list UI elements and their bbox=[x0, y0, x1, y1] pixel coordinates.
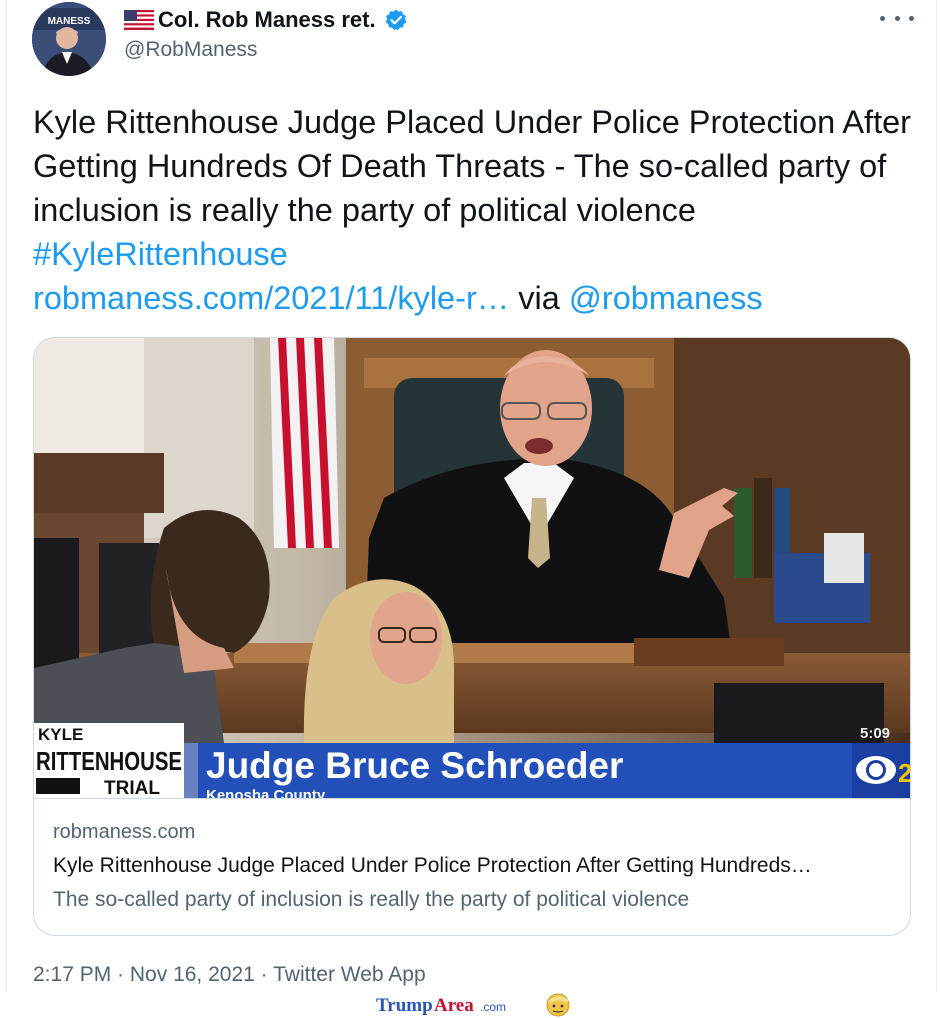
via-text: via bbox=[509, 280, 569, 316]
more-options-icon[interactable] bbox=[880, 8, 914, 28]
tweet-text: Kyle Rittenhouse Judge Placed Under Poli… bbox=[33, 100, 913, 320]
meta-separator: · bbox=[111, 963, 130, 986]
watermark-logo: Trump Area .com bbox=[376, 992, 576, 1018]
tweet-date[interactable]: Nov 16, 2021 bbox=[130, 963, 255, 986]
show-name-line3: TRIAL bbox=[104, 778, 160, 798]
url-link[interactable]: robmaness.com/2021/11/kyle-r… bbox=[33, 280, 509, 316]
us-flag-icon bbox=[124, 10, 154, 30]
card-domain: robmaness.com bbox=[53, 821, 196, 843]
avatar[interactable]: MANESS bbox=[32, 2, 106, 76]
card-divider bbox=[34, 798, 910, 799]
card-title[interactable]: Kyle Rittenhouse Judge Placed Under Poli… bbox=[53, 854, 812, 878]
author-display-name[interactable]: Col. Rob Maness ret. bbox=[124, 6, 408, 34]
broadcast-clock: 5:09 bbox=[860, 725, 890, 742]
watermark-com: .com bbox=[480, 1000, 506, 1014]
tweet-meta: 2:17 PM · Nov 16, 2021 · Twitter Web App bbox=[33, 963, 426, 987]
tweet-time[interactable]: 2:17 PM bbox=[33, 963, 111, 986]
watermark-trump: Trump bbox=[376, 995, 433, 1016]
watermark-area: Area bbox=[434, 995, 474, 1016]
card-image[interactable]: KYLE RITTENHOUSE TRIAL Judge Bruce Schro… bbox=[34, 338, 911, 798]
mention-link[interactable]: @robmaness bbox=[569, 280, 763, 316]
card-description: The so-called party of inclusion is real… bbox=[53, 888, 690, 911]
tweet: MANESS Col. Rob Maness ret. @RobManess K… bbox=[0, 0, 940, 992]
hashtag-link[interactable]: #KyleRittenhouse bbox=[33, 236, 288, 272]
channel-number: 2 bbox=[898, 758, 911, 788]
verified-badge-icon bbox=[384, 8, 408, 32]
show-name-line2: RITTENHOUSE bbox=[36, 746, 182, 776]
author-handle[interactable]: @RobManess bbox=[124, 38, 257, 62]
display-name-text: Col. Rob Maness ret. bbox=[158, 7, 376, 32]
lower-third-name: Judge Bruce Schroeder bbox=[206, 745, 623, 786]
divider bbox=[6, 0, 7, 992]
meta-separator: · bbox=[254, 963, 274, 986]
lower-third-sub: Kenosha County bbox=[206, 787, 326, 798]
show-name-line1: KYLE bbox=[38, 725, 83, 744]
avatar-banner-text: MANESS bbox=[48, 16, 91, 27]
trump-face-icon bbox=[546, 993, 570, 1017]
tweet-source[interactable]: Twitter Web App bbox=[273, 963, 426, 986]
tweet-body: Kyle Rittenhouse Judge Placed Under Poli… bbox=[33, 104, 912, 228]
cbs-eye-logo-icon bbox=[856, 756, 896, 784]
divider bbox=[936, 0, 937, 992]
link-preview-card[interactable]: KYLE RITTENHOUSE TRIAL Judge Bruce Schro… bbox=[33, 337, 911, 936]
